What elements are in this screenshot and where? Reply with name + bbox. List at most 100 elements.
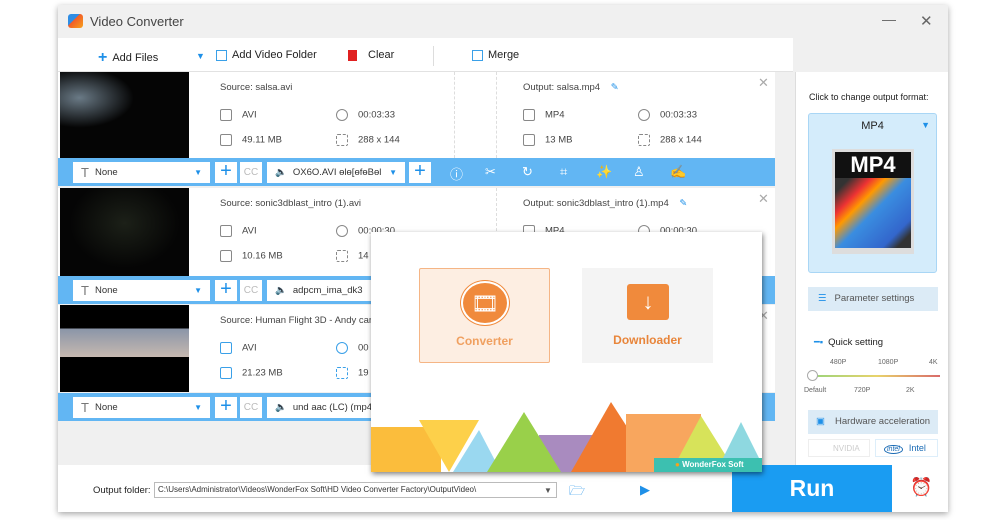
remove-file-icon[interactable]: ✕ [758, 191, 769, 207]
edit-sign-icon[interactable]: ✍ [670, 164, 686, 180]
source-format: AVI [220, 342, 257, 354]
scissors-icon[interactable]: ✂ [485, 164, 496, 180]
folder-icon [216, 49, 227, 61]
chevron-down-icon: ▼ [194, 286, 202, 295]
info-icon[interactable]: ⓘ [450, 164, 463, 183]
cc-icon[interactable]: CC [240, 397, 262, 418]
downloader-label: Downloader [613, 333, 682, 347]
text-icon: T [81, 400, 89, 415]
hardware-acceleration-button[interactable]: ▣ Hardware acceleration [808, 410, 938, 434]
video-thumbnail [60, 72, 189, 158]
folder-icon [220, 367, 232, 379]
plus-icon: + [98, 49, 108, 66]
quick-setting-label: ━▪ Quick setting [814, 337, 884, 348]
mp4-format-icon: MP4 [832, 149, 914, 254]
quality-label: 720P [854, 387, 871, 394]
text-icon: T [81, 283, 89, 298]
folder-dropdown-icon[interactable]: ▼ [544, 486, 552, 495]
divider [454, 72, 455, 158]
output-resolution: 288 x 144 [638, 134, 702, 146]
output-name: Output: sonic3dblast_intro (1).mp4 ✎ [523, 198, 688, 209]
quality-label: Default [804, 387, 827, 394]
add-subtitle-button[interactable]: + [215, 396, 237, 418]
audio-track-select[interactable]: 🔈 OX6O.AVI ɵlɵ[ɵfɵBɵl ▼ [267, 162, 405, 183]
output-folder-label: Output folder: [93, 485, 151, 496]
cc-icon[interactable]: CC [240, 162, 262, 183]
film-reel-icon: 🎞 [461, 281, 509, 325]
source-size: 49.11 MB [220, 134, 282, 146]
parameter-settings-button[interactable]: ☰ Parameter settings [808, 287, 938, 311]
output-format-selector[interactable]: MP4 ▼ MP4 [808, 113, 937, 273]
add-subtitle-button[interactable]: + [215, 161, 237, 183]
bottom-bar: Output folder: C:\Users\Administrator\Vi… [58, 465, 948, 512]
source-format: AVI [220, 225, 257, 237]
remove-file-icon[interactable]: ✕ [758, 75, 769, 91]
window-title: Video Converter [90, 14, 184, 29]
watermark-stamp-icon[interactable]: ♙ [633, 164, 645, 180]
add-files-button[interactable]: + Add Files [98, 49, 158, 67]
mode-select-popup: 🎞 Converter ↓ Downloader ● WonderFox Sof… [371, 232, 762, 472]
add-audio-button[interactable]: + [409, 161, 431, 183]
add-video-folder-button[interactable]: Add Video Folder [216, 49, 317, 61]
video-thumbnail [60, 305, 189, 392]
run-button[interactable]: Run [732, 465, 892, 512]
preview-video-icon[interactable]: ▶ [640, 482, 650, 498]
folder-icon [523, 134, 535, 146]
video-thumbnail [60, 188, 189, 276]
quality-slider-track[interactable] [814, 375, 940, 377]
text-icon: T [81, 165, 89, 180]
cc-icon[interactable]: CC [240, 280, 262, 301]
quality-label: 2K [906, 387, 915, 394]
output-format-panel: Click to change output format: MP4 ▼ MP4… [795, 72, 948, 465]
output-format: MP4 [523, 109, 565, 121]
subtitle-select[interactable]: T None ▼ [73, 397, 210, 418]
source-duration: 00:03:33 [336, 109, 395, 121]
output-folder-input[interactable]: C:\Users\Administrator\Videos\WonderFox … [154, 482, 557, 498]
add-files-dropdown-icon[interactable]: ▼ [196, 51, 205, 61]
minimize-icon[interactable]: — [882, 11, 896, 27]
quality-label: 4K [929, 359, 938, 366]
divider [496, 72, 497, 158]
crop-icon[interactable]: ⌗ [560, 164, 567, 180]
source-size: 21.23 MB [220, 367, 283, 379]
open-folder-icon[interactable]: 🗁 [569, 482, 585, 504]
format-hint: Click to change output format: [809, 92, 929, 102]
file-row[interactable]: Source: salsa.avi AVI 00:03:33 49.11 MB … [58, 72, 775, 158]
selected-format: MP4 [861, 120, 884, 132]
downloader-option[interactable]: ↓ Downloader [582, 268, 713, 363]
subtitle-select[interactable]: T None ▼ [73, 280, 210, 301]
output-size: 13 MB [523, 134, 572, 146]
converter-option[interactable]: 🎞 Converter [419, 268, 550, 363]
add-subtitle-button[interactable]: + [215, 279, 237, 301]
nvidia-option[interactable]: NVIDIA [808, 439, 870, 457]
alarm-clock-icon[interactable]: ⏰ [910, 477, 932, 498]
toolbar-divider [433, 46, 434, 66]
intel-option[interactable]: intel Intel [875, 439, 938, 457]
effects-wand-icon[interactable]: ✨ [596, 164, 612, 180]
wonderfox-brand: ● WonderFox Soft [675, 460, 744, 469]
merge-button[interactable]: Merge [472, 49, 519, 61]
rotate-icon[interactable]: ↻ [522, 164, 533, 180]
close-icon[interactable]: ✕ [920, 12, 933, 30]
quality-slider-handle[interactable] [807, 370, 818, 381]
resolution-icon [638, 134, 650, 146]
source-resolution: 14 [336, 250, 369, 262]
output-duration: 00:03:33 [638, 109, 697, 121]
source-name: Source: Human Flight 3D - Andy can [220, 315, 375, 326]
subtitle-select[interactable]: T None ▼ [73, 162, 210, 183]
chevron-down-icon: ▼ [194, 403, 202, 412]
app-logo-icon [68, 14, 83, 28]
app-window: Video Converter — ✕ + Add Files ▼ Add Vid… [58, 5, 948, 512]
chevron-down-icon: ▼ [921, 120, 930, 130]
edit-pencil-icon[interactable]: ✎ [611, 82, 619, 93]
resolution-icon [336, 367, 348, 379]
quality-label: 480P [830, 359, 847, 366]
speaker-icon: 🔈 [275, 402, 287, 413]
download-film-icon: ↓ [627, 284, 669, 320]
clock-icon [336, 225, 348, 237]
toolbar: + Add Files ▼ Add Video Folder Clear Merg… [58, 38, 793, 72]
resolution-icon [336, 250, 348, 262]
edit-pencil-icon[interactable]: ✎ [679, 198, 687, 209]
clear-button[interactable]: Clear [348, 49, 394, 61]
file-edit-bar: T None ▼ + CC 🔈 OX6O.AVI ɵlɵ[ɵfɵBɵl ▼ + ⓘ ✂ … [58, 158, 775, 186]
